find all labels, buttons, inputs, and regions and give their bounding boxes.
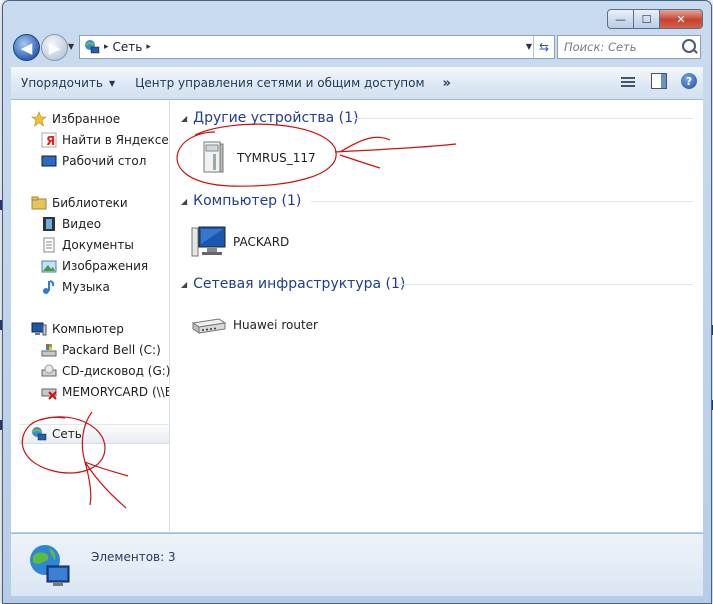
video-icon [43,217,55,231]
back-button[interactable]: ◀ [13,34,40,61]
address-dropdown-icon[interactable]: ▼ [526,42,532,51]
star-icon [31,111,47,127]
device-item[interactable]: PACKARD [189,222,289,262]
computer-icon [31,322,47,336]
sidebar-item-label: Изображения [62,259,149,273]
sidebar-item-pictures[interactable]: Изображения [41,256,148,276]
sidebar-item-video[interactable]: Видео [41,214,101,234]
sidebar-item-label: Сеть [52,427,82,441]
help-icon[interactable]: ? [681,73,697,89]
forward-button[interactable]: ▶ [41,34,68,61]
collapse-triangle-icon[interactable]: ◢ [181,114,187,123]
chevron-down-icon: ▼ [108,78,116,88]
minimize-button[interactable]: — [607,9,634,29]
sidebar-item-desktop[interactable]: Рабочий стол [41,151,146,171]
group-title: Компьютер (1) [193,193,302,209]
search-placeholder: Поиск: Сеть [564,40,637,54]
group-header-computer[interactable]: ◢ Компьютер (1) [181,191,301,211]
router-icon [191,318,227,334]
documents-icon [43,237,55,253]
collapse-triangle-icon[interactable]: ◢ [181,197,187,206]
address-bar[interactable]: ▸ Сеть ▸ ▼ ⇆ [79,35,555,59]
breadcrumb-separator[interactable]: ▸ [104,42,109,52]
device-name: TYMRUS_117 [237,151,316,165]
sidebar-item-network[interactable]: Сеть [19,424,169,444]
sidebar-item-label: Видео [62,217,102,231]
sidebar-item-music[interactable]: Музыка [41,277,110,297]
item-count: Элементов: 3 [91,550,176,564]
preview-pane-icon[interactable] [651,73,667,89]
window-controls: — ☐ ✕ [607,9,703,29]
libraries-icon [31,196,47,210]
organize-menu[interactable]: Упорядочить ▼ [11,67,125,99]
system-drive-icon [41,344,57,357]
content-area: Избранное Я Найти в Яндексе Рабочий стол… [11,100,703,532]
search-box[interactable]: Поиск: Сеть [557,35,701,59]
svg-text:Я: Я [46,134,55,148]
cd-drive-icon [41,364,57,377]
sidebar-item-libraries[interactable]: Библиотеки [31,193,128,213]
sidebar-item-label: Рабочий стол [62,154,147,168]
disconnected-drive-icon [41,388,57,400]
group-header-network-infrastructure[interactable]: ◢ Сетевая инфраструктура (1) [181,274,405,294]
more-commands-button[interactable]: » [435,76,459,91]
sidebar-item-label: Найти в Яндексе [62,133,169,147]
sidebar-item-label: Packard Bell (C:) [62,343,161,357]
network-icon [85,40,100,54]
sidebar-item-drive-c[interactable]: Packard Bell (C:) [41,340,161,360]
desktop-icon [41,155,57,167]
recent-pages-dropdown[interactable]: ▼ [68,42,74,51]
sidebar-item-cd-drive[interactable]: CD-дисковод (G:) [41,361,170,381]
yandex-icon: Я [41,132,57,148]
music-icon [43,280,55,294]
device-item[interactable]: TYMRUS_117 [193,138,316,178]
group-divider [351,118,693,119]
sidebar-item-label: Библиотеки [52,196,128,210]
pictures-icon [41,260,57,273]
sidebar-item-label: Музыка [62,280,110,294]
computer-icon [191,226,226,257]
change-view-icon[interactable] [621,75,637,87]
collapse-triangle-icon[interactable]: ◢ [181,280,187,289]
group-title: Сетевая инфраструктура (1) [193,276,406,292]
close-button[interactable]: ✕ [660,9,703,29]
file-list: ◢ Другие устройства (1) TYMRUS_117 ◢ Ком… [171,100,703,532]
explorer-window: — ☐ ✕ ◀ ▶ ▼ ▸ Сеть ▸ ▼ ⇆ Поиск: Сеть Упо… [2,0,712,604]
sidebar-item-label: Компьютер [52,322,124,336]
device-item[interactable]: Huawei router [189,305,318,345]
sidebar-item-memorycard[interactable]: MEMORYCARD (\\E [41,382,169,402]
maximize-button[interactable]: ☐ [634,9,660,29]
sidebar-item-documents[interactable]: Документы [41,235,134,255]
sidebar-item-computer[interactable]: Компьютер [31,319,124,339]
navigation-pane: Избранное Я Найти в Яндексе Рабочий стол… [11,100,170,532]
navigation-row: ◀ ▶ ▼ ▸ Сеть ▸ ▼ ⇆ Поиск: Сеть [11,33,703,61]
device-name: Huawei router [233,318,318,332]
breadcrumb-separator[interactable]: ▸ [146,42,151,52]
command-bar: Упорядочить ▼ Центр управления сетями и … [11,67,703,100]
network-icon [32,427,47,441]
sidebar-item-label: MEMORYCARD (\\E [62,385,169,399]
sidebar-item-label: CD-дисковод (G:) [62,364,171,378]
sidebar-item-favorites[interactable]: Избранное [31,109,120,129]
details-pane: Элементов: 3 [11,533,703,596]
network-center-button[interactable]: Центр управления сетями и общим доступом [125,67,434,99]
device-tower-icon [203,141,224,173]
group-divider [396,284,693,285]
network-icon [30,545,70,586]
refresh-icon[interactable]: ⇆ [533,36,554,58]
group-header-other-devices[interactable]: ◢ Другие устройства (1) [181,108,358,128]
sidebar-item-label: Документы [62,238,134,252]
group-title: Другие устройства (1) [193,110,359,126]
device-name: PACKARD [233,235,290,249]
search-icon[interactable] [682,39,696,53]
sidebar-item-yandex[interactable]: Я Найти в Яндексе [41,130,169,150]
group-divider [311,201,693,202]
organize-label: Упорядочить [21,76,103,90]
view-controls: ? [621,73,697,89]
sidebar-item-label: Избранное [52,112,121,126]
breadcrumb-network[interactable]: Сеть [113,40,143,54]
